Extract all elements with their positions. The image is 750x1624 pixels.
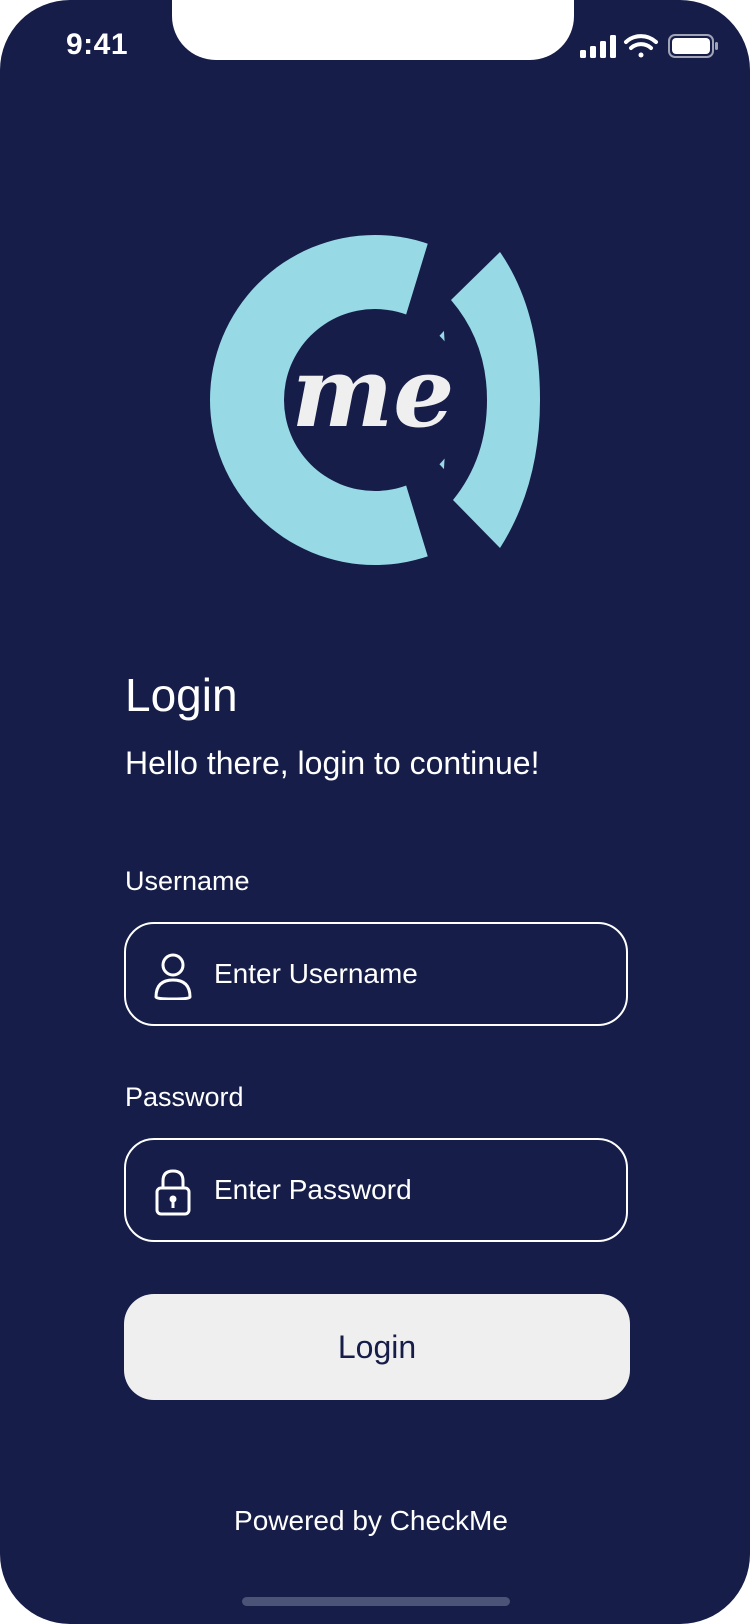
login-title: Login [125,669,238,721]
login-subtitle: Hello there, login to continue! [125,745,540,781]
phone-screen: 9:41 me Login Hello there, login to cont… [0,0,750,1624]
user-icon [154,953,192,1000]
password-label: Password [125,1082,244,1112]
username-input[interactable] [214,924,604,1024]
device-notch [172,0,574,60]
password-input[interactable] [214,1140,604,1240]
password-field[interactable] [124,1138,628,1242]
login-button[interactable]: Login [124,1294,630,1400]
powered-by-footer: Powered by CheckMe [234,1505,508,1536]
lock-icon [155,1169,191,1216]
signal-icon [580,35,616,58]
status-time: 9:41 [66,28,129,61]
wifi-icon [624,34,658,58]
battery-icon [668,34,718,58]
username-field[interactable] [124,922,628,1026]
checkme-logo: me [210,235,540,565]
username-label: Username [125,866,250,896]
status-icons [580,34,718,58]
home-indicator[interactable] [242,1597,510,1606]
logo-text: me [292,336,455,449]
